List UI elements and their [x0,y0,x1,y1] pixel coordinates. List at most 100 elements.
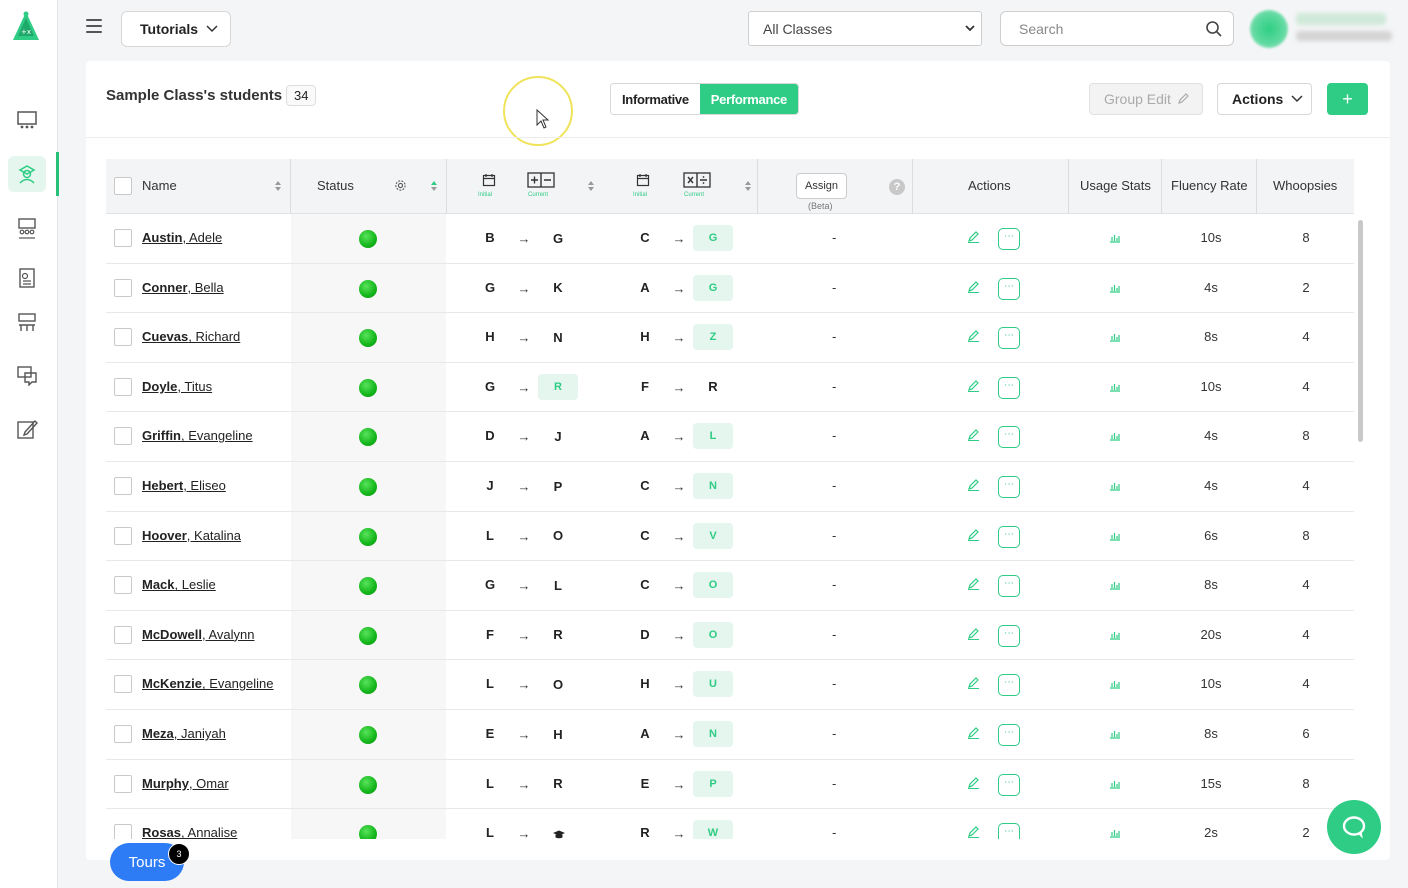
more-options-button[interactable]: ⋯ [998,376,1020,399]
student-name-link[interactable]: Griffin, Evangeline [142,428,253,443]
pencil-icon[interactable] [967,676,980,690]
view-toggle[interactable]: Informative Performance [610,83,799,115]
bar-chart-icon[interactable] [1109,480,1121,491]
col-status[interactable]: Status [317,178,354,193]
pencil-icon[interactable] [967,379,980,392]
pencil-icon[interactable] [967,726,980,739]
sidebar-item-reports[interactable] [8,260,46,296]
sort-icon[interactable] [274,180,282,192]
bar-chart-icon[interactable] [1109,282,1121,293]
student-name-link[interactable]: Cuevas, Richard [142,329,240,344]
initial-level: C [640,230,650,245]
gear-icon[interactable] [394,179,407,192]
student-name-link[interactable]: Conner, Bella [142,280,224,295]
assign-button[interactable]: Assign [796,173,848,199]
bar-chart-icon[interactable] [1109,331,1121,342]
pencil-icon[interactable] [967,230,980,243]
tab-performance[interactable]: Performance [699,84,798,114]
sort-icon[interactable] [744,180,752,192]
bar-chart-icon[interactable] [1109,530,1121,541]
more-options-button[interactable]: ⋯ [998,823,1020,839]
sidebar-item-dashboard[interactable] [8,102,46,138]
initial-level: D [640,626,650,642]
pencil-icon[interactable] [967,280,980,293]
more-options-button[interactable]: ⋯ [998,327,1020,350]
student-name-link[interactable]: Murphy, Omar [142,776,229,791]
pencil-icon[interactable] [967,478,980,491]
bar-chart-icon[interactable] [1109,430,1121,441]
bar-chart-icon[interactable] [1109,778,1121,789]
bar-chart-icon[interactable] [1109,381,1121,392]
row-checkbox[interactable] [114,774,132,793]
row-checkbox[interactable] [114,477,132,495]
help-icon[interactable]: ? [889,179,905,195]
pencil-icon[interactable] [967,329,980,343]
row-checkbox[interactable] [114,427,132,446]
sidebar-item-groups[interactable] [8,304,46,340]
class-select[interactable]: All Classes [748,11,982,46]
bar-chart-icon[interactable] [1109,232,1121,243]
page-title: Sample Class's students [106,87,283,104]
chat-support-button[interactable] [1327,800,1381,854]
pencil-icon[interactable] [967,528,980,541]
student-name-link[interactable]: Rosas, Annalise [142,825,237,839]
avatar[interactable] [1250,10,1288,48]
bar-chart-icon[interactable] [1109,728,1121,739]
student-name-link[interactable]: Austin, Adele [142,230,222,245]
pencil-icon[interactable] [967,776,980,789]
bar-chart-icon[interactable] [1109,579,1121,590]
pencil-icon[interactable] [967,577,980,591]
more-options-button[interactable]: ⋯ [998,724,1020,746]
sidebar-item-messages[interactable] [8,357,46,393]
col-name[interactable]: Name [142,178,177,193]
sort-icon-active[interactable] [430,180,438,192]
sidebar-item-notes[interactable] [8,411,46,447]
student-name-link[interactable]: McDowell, Avalynn [142,627,255,642]
student-name-link[interactable]: Hebert, Eliseo [142,478,226,493]
student-name-link[interactable]: Doyle, Titus [142,379,212,394]
tab-informative[interactable]: Informative [611,84,700,114]
sidebar-item-classes[interactable] [8,210,46,246]
row-checkbox[interactable] [114,576,132,595]
row-checkbox[interactable] [114,824,132,839]
pencil-icon[interactable] [967,428,980,442]
sort-icon[interactable] [587,180,595,192]
row-checkbox[interactable] [114,229,132,247]
app-logo[interactable]: +x [11,10,41,44]
row-checkbox[interactable] [114,625,132,644]
sidebar-item-students[interactable] [8,156,46,192]
row-checkbox[interactable] [114,725,132,743]
more-options-button[interactable]: ⋯ [998,624,1020,647]
bar-chart-icon[interactable] [1109,827,1121,838]
pencil-icon[interactable] [967,825,980,839]
search-icon[interactable] [1205,20,1223,38]
student-name-link[interactable]: McKenzie, Evangeline [142,676,274,691]
more-options-button[interactable]: ⋯ [998,575,1020,598]
more-options-button[interactable]: ⋯ [998,476,1020,498]
more-options-button[interactable]: ⋯ [998,773,1020,796]
student-name-link[interactable]: Mack, Leslie [142,577,216,592]
row-checkbox[interactable] [114,526,132,545]
row-checkbox[interactable] [114,675,132,694]
pencil-icon[interactable] [967,627,980,640]
bar-chart-icon[interactable] [1109,629,1121,640]
bar-chart-icon[interactable] [1109,678,1121,689]
more-options-button[interactable]: ⋯ [998,426,1020,449]
menu-toggle-icon[interactable] [86,19,102,33]
group-edit-button[interactable]: Group Edit [1089,83,1203,115]
row-checkbox[interactable] [114,278,132,297]
actions-dropdown[interactable]: Actions [1217,83,1312,115]
row-checkbox[interactable] [114,328,132,347]
add-student-button[interactable]: + [1327,83,1368,115]
more-options-button[interactable]: ⋯ [998,674,1020,697]
tutorials-dropdown[interactable]: Tutorials [121,11,231,47]
more-options-button[interactable]: ⋯ [998,228,1020,250]
more-options-button[interactable]: ⋯ [998,277,1020,300]
student-name-link[interactable]: Hoover, Katalina [142,528,241,543]
row-checkbox[interactable] [114,377,132,396]
student-name-link[interactable]: Meza, Janiyah [142,726,226,741]
select-all-checkbox[interactable] [114,177,132,195]
table-scrollbar[interactable] [1358,220,1363,442]
search-input[interactable]: Search [1000,11,1234,46]
more-options-button[interactable]: ⋯ [998,525,1020,548]
